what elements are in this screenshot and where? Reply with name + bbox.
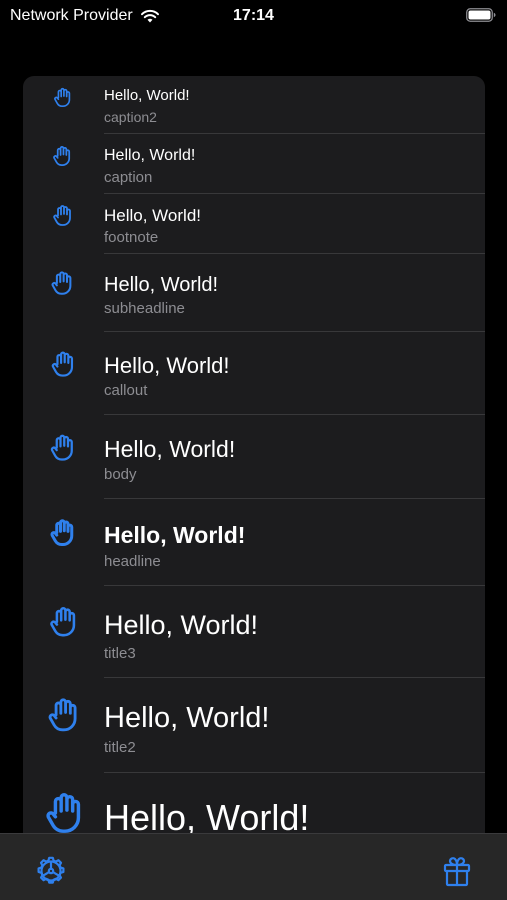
row-style-label: subheadline [104,300,185,317]
row-style-label: caption2 [104,109,157,125]
row-title: Hello, World! [104,702,270,734]
row-style-label: title3 [104,645,136,662]
row-title: Hello, World! [104,274,219,296]
row-style-label: title2 [104,739,136,756]
row-title: Hello, World! [104,610,259,640]
row-separator [104,498,485,499]
status-bar: Network Provider 17:14 [0,0,507,32]
row-style-label: callout [104,382,148,399]
row-separator [104,331,485,332]
hand-raised-icon [48,432,78,462]
row-separator [104,772,485,773]
hand-raised-icon [42,789,88,835]
hand-raised-icon [51,203,75,227]
row-separator [104,133,485,134]
hand-raised-icon [48,517,78,547]
row-separator [104,414,485,415]
row-title: Hello, World! [104,87,190,104]
hand-raised-icon [49,349,78,378]
row-separator [104,677,485,678]
battery-icon [466,8,496,22]
row-style-label: footnote [104,229,159,246]
settings-button[interactable] [33,853,69,889]
row-style-label: body [104,466,137,483]
bottom-toolbar [0,833,507,900]
gift-button[interactable] [439,853,475,889]
hand-raised-icon [49,269,76,296]
hand-raised-icon [47,604,81,638]
hand-raised-icon [51,144,74,167]
row-separator [104,585,485,586]
row-title: Hello, World! [104,522,246,548]
row-separator [104,193,485,194]
row-title: Hello, World! [104,147,196,164]
row-title: Hello, World! [104,436,236,462]
clock: 17:14 [233,7,274,24]
row-separator [104,253,485,254]
row-title: Hello, World! [104,206,201,225]
row-style-label: caption [104,169,153,186]
gear-icon [37,856,65,884]
hand-raised-icon [52,86,74,108]
gift-icon [443,857,471,887]
row-title: Hello, World! [104,797,310,838]
row-style-label: headline [104,553,161,570]
row-title: Hello, World! [104,353,230,378]
hand-raised-icon [45,695,83,733]
text-style-list[interactable]: Hello, World! caption2 Hello, World! cap… [23,76,485,876]
